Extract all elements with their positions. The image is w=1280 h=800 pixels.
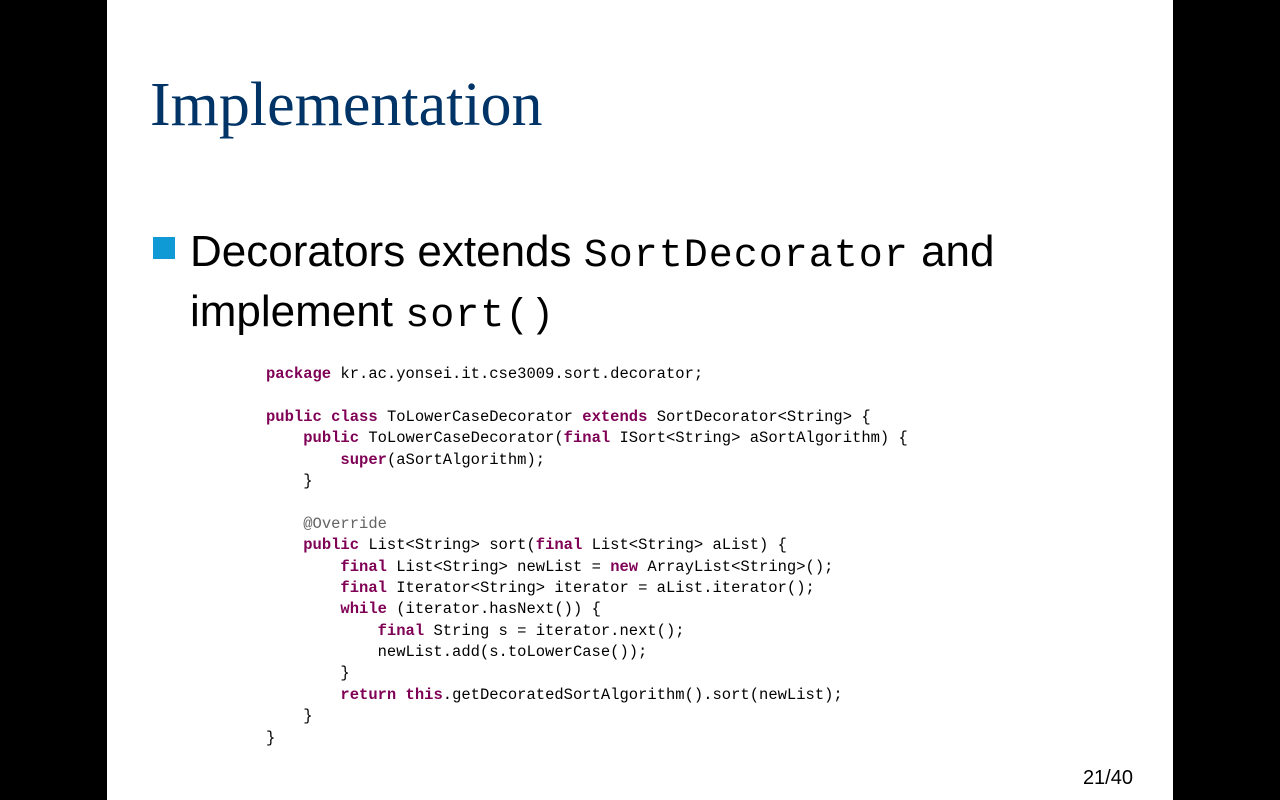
- code-line: }: [266, 728, 908, 749]
- code-keyword: final: [340, 557, 387, 576]
- code-line: newList.add(s.toLowerCase());: [266, 642, 908, 663]
- code-keyword: public: [303, 536, 360, 555]
- square-bullet-icon: [153, 237, 175, 259]
- code-line: public ToLowerCaseDecorator(final ISort<…: [266, 428, 908, 449]
- bullet-code-sortdecorator: SortDecorator: [583, 234, 909, 279]
- code-keyword: final: [535, 536, 583, 555]
- code-keyword: this: [405, 685, 443, 704]
- code-line: super(aSortAlgorithm);: [266, 450, 908, 471]
- code-token: ISort<String> aSortAlgorithm) {: [610, 429, 908, 448]
- code-line: final String s = iterator.next();: [266, 621, 908, 642]
- code-keyword: public: [303, 429, 360, 448]
- code-token: String s = iterator.next();: [424, 621, 685, 640]
- code-token: }: [266, 664, 350, 683]
- code-token: .getDecoratedSortAlgorithm().sort(newLis…: [442, 685, 843, 704]
- code-line: }: [266, 706, 908, 727]
- code-keyword: super: [340, 450, 387, 469]
- page-number: 21/40: [1082, 767, 1133, 789]
- bullet-code-sort: sort(): [405, 294, 556, 339]
- code-line: }: [266, 471, 908, 492]
- code-token: (aSortAlgorithm);: [386, 450, 546, 469]
- bullet-text: Decorators extends SortDecorator and imp…: [190, 224, 1100, 344]
- slide-title: Implementation: [150, 71, 543, 139]
- code-token: kr.ac.yonsei.it.cse3009.sort.decorator;: [331, 365, 704, 383]
- code-listing: package kr.ac.yonsei.it.cse3009.sort.dec…: [266, 364, 908, 749]
- code-keyword: new: [610, 557, 639, 576]
- code-keyword: final: [340, 578, 387, 597]
- code-keyword: return: [340, 685, 397, 704]
- code-token: Iterator<String> iterator = aList.iterat…: [386, 578, 815, 597]
- slide-viewer: Implementation Decorators extends SortDe…: [0, 0, 1280, 800]
- code-keyword: extends: [582, 407, 648, 426]
- slide: Implementation Decorators extends SortDe…: [107, 0, 1173, 800]
- code-token: ToLowerCaseDecorator: [377, 407, 583, 426]
- code-token: List<String> aList) {: [582, 536, 787, 555]
- code-token: ArrayList<String>();: [638, 557, 834, 576]
- code-token: SortDecorator<String> {: [647, 407, 871, 426]
- code-line: final Iterator<String> iterator = aList.…: [266, 578, 908, 599]
- code-line: @Override: [266, 514, 908, 535]
- code-annotation: @Override: [303, 514, 387, 533]
- code-keyword: final: [563, 429, 611, 448]
- code-token: }: [266, 471, 313, 490]
- code-keyword: final: [377, 621, 425, 640]
- code-keyword: package: [266, 365, 332, 383]
- code-line: public List<String> sort(final List<Stri…: [266, 535, 908, 556]
- code-token: }: [266, 728, 276, 747]
- code-line: package kr.ac.yonsei.it.cse3009.sort.dec…: [266, 364, 908, 385]
- code-keyword: public: [266, 407, 322, 426]
- code-line: return this.getDecoratedSortAlgorithm().…: [266, 685, 908, 706]
- code-keyword: while: [340, 600, 387, 619]
- code-line: while (iterator.hasNext()) {: [266, 599, 908, 620]
- code-line: final List<String> newList = new ArrayLi…: [266, 557, 908, 578]
- code-token: List<String> sort(: [359, 536, 536, 555]
- code-line: public class ToLowerCaseDecorator extend…: [266, 407, 908, 428]
- bullet-text-part-1: Decorators extends: [190, 227, 572, 276]
- code-token: ToLowerCaseDecorator(: [359, 429, 564, 448]
- code-line: }: [266, 663, 908, 684]
- code-token: }: [266, 707, 313, 726]
- code-token: (iterator.hasNext()) {: [386, 600, 601, 619]
- code-token: newList.add(s.toLowerCase());: [266, 643, 648, 662]
- code-keyword: class: [331, 407, 378, 426]
- code-token: List<String> newList =: [386, 557, 611, 576]
